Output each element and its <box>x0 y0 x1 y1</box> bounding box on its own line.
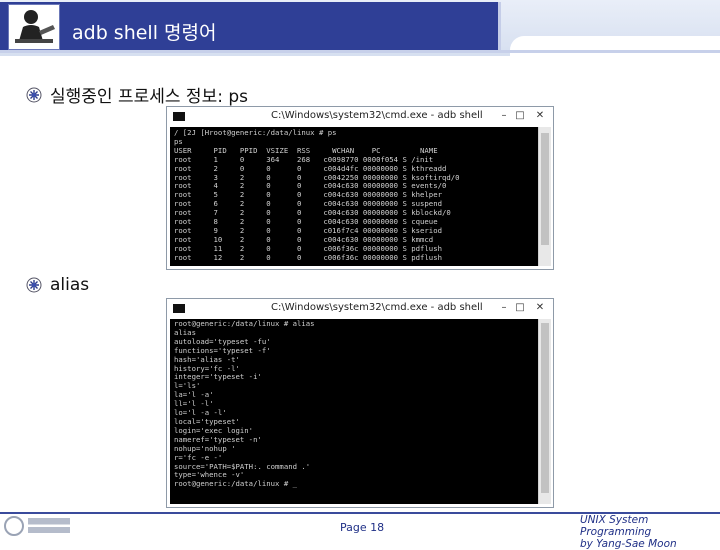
console-line: root 12 2 0 0 c006f36c 00000000 S pdflus… <box>174 252 442 262</box>
cmd-icon <box>173 304 185 313</box>
university-name-mark <box>28 518 70 534</box>
console-text: root@generic:/data/linux # alias alias aut… <box>170 319 538 491</box>
course-title: UNIX System Programming <box>580 514 652 538</box>
bullet-text: 실행중인 프로세스 정보: ps <box>50 87 248 107</box>
page-number: Page 18 <box>340 521 385 534</box>
console-output[interactable]: root@generic:/data/linux # alias alias aut… <box>170 319 538 504</box>
header-divider <box>0 50 720 53</box>
bullet-text: alias <box>50 275 90 295</box>
scrollbar-thumb[interactable] <box>541 133 549 245</box>
console-line: / [2J [Hroot@generic:/data/linux # ps <box>174 128 337 137</box>
console-line: nohup='nohup ' <box>174 443 236 453</box>
slide-header: adb shell 명령어 <box>0 0 720 56</box>
console-line: ll='l -l' <box>174 399 214 409</box>
window-titlebar[interactable]: C:\Windows\system32\cmd.exe - adb shell … <box>167 107 553 127</box>
console-line: la='l -a' <box>174 390 214 400</box>
bullet-icon <box>26 87 42 102</box>
scrollbar-thumb[interactable] <box>541 323 549 493</box>
bullet-icon <box>26 277 42 293</box>
console-text: / [2J [Hroot@generic:/data/linux # ps ps U… <box>170 127 538 265</box>
university-logo <box>4 515 74 537</box>
console-line: root@generic:/data/linux # alias <box>174 319 315 328</box>
minimize-button[interactable]: – <box>497 301 511 315</box>
maximize-button[interactable]: □ <box>513 301 527 315</box>
course-credit: UNIX System Programming by Yang-Sae Moon <box>580 514 720 550</box>
console-line: root@generic:/data/linux # _ <box>174 479 298 489</box>
window-titlebar[interactable]: C:\Windows\system32\cmd.exe - adb shell … <box>167 299 553 319</box>
console-output[interactable]: / [2J [Hroot@generic:/data/linux # ps ps U… <box>170 127 538 266</box>
scrollbar[interactable] <box>538 319 551 504</box>
console-line: integer='typeset -i' <box>174 372 262 382</box>
close-button[interactable]: ✕ <box>529 109 551 123</box>
minimize-button[interactable]: – <box>497 109 511 123</box>
cmd-icon <box>173 112 185 121</box>
bullet-alias: alias <box>26 275 89 295</box>
maximize-button[interactable]: □ <box>513 109 527 123</box>
bullet-ps: 실행중인 프로세스 정보: ps <box>26 82 248 107</box>
header-tab-decoration <box>510 36 720 56</box>
university-seal-icon <box>4 516 24 536</box>
window-title: C:\Windows\system32\cmd.exe - adb shell <box>271 110 483 121</box>
cmd-window-ps[interactable]: C:\Windows\system32\cmd.exe - adb shell … <box>166 106 554 270</box>
slide-title: adb shell 명령어 <box>72 22 217 44</box>
console-line: l='ls' <box>174 381 201 391</box>
person-at-desk-icon <box>8 4 60 50</box>
window-title: C:\Windows\system32\cmd.exe - adb shell <box>271 302 483 313</box>
scrollbar[interactable] <box>538 127 551 266</box>
cmd-window-alias[interactable]: C:\Windows\system32\cmd.exe - adb shell … <box>166 298 554 508</box>
close-button[interactable]: ✕ <box>529 301 551 315</box>
